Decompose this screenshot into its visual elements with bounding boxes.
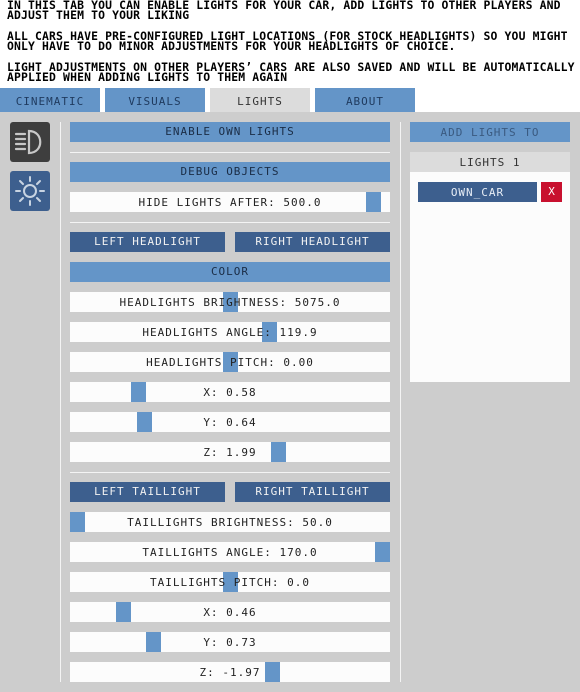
headlights-angle-slider[interactable]: HEADLIGHTS ANGLE: 119.9 [70,322,390,342]
sun-icon-button[interactable] [10,171,50,211]
divider [70,222,390,223]
slider-label: Z: 1.99 [203,446,257,459]
enable-own-lights-button[interactable]: ENABLE OWN LIGHTS [70,122,390,142]
slider-label: TAILLIGHTS BRIGHTNESS: 50.0 [127,516,333,529]
slider-handle[interactable] [116,602,131,622]
tab-visuals[interactable]: VISUALS [105,88,205,112]
right-headlight-button[interactable]: RIGHT HEADLIGHT [235,232,390,252]
taillight-y-slider[interactable]: Y: 0.73 [70,632,390,652]
info-panel: IN THIS TAB YOU CAN ENABLE LIGHTS FOR YO… [0,0,580,88]
slider-handle[interactable] [366,192,381,212]
slider-handle[interactable] [375,542,390,562]
slider-label: HEADLIGHTS ANGLE: 119.9 [142,326,318,339]
headlights-brightness-slider[interactable]: HEADLIGHTS BRIGHTNESS: 5075.0 [70,292,390,312]
taillights-angle-slider[interactable]: TAILLIGHTS ANGLE: 170.0 [70,542,390,562]
slider-handle[interactable] [265,662,280,682]
slider-handle[interactable] [137,412,152,432]
taillight-x-slider[interactable]: X: 0.46 [70,602,390,622]
tab-cinematic[interactable]: CINEMATIC [0,88,100,112]
slider-handle[interactable] [223,352,238,372]
separator-right [400,122,401,682]
slider-handle[interactable] [70,512,85,532]
left-taillight-button[interactable]: LEFT TAILLIGHT [70,482,225,502]
separator-left [60,122,61,682]
debug-objects-button[interactable]: DEBUG OBJECTS [70,162,390,182]
tab-lights[interactable]: LIGHTS [210,88,310,112]
divider [70,472,390,473]
info-text: APPLIED WHEN ADDING LIGHTS TO THEM AGAIN [7,70,288,84]
slider-handle[interactable] [262,322,277,342]
add-lights-to-button[interactable]: ADD LIGHTS TO [410,122,570,142]
headlight-icon [14,129,42,155]
right-taillight-button[interactable]: RIGHT TAILLIGHT [235,482,390,502]
headlight-x-slider[interactable]: X: 0.58 [70,382,390,402]
tab-about[interactable]: ABOUT [315,88,415,112]
slider-label: Y: 0.73 [203,636,257,649]
headlight-y-slider[interactable]: Y: 0.64 [70,412,390,432]
color-button[interactable]: COLOR [70,262,390,282]
headlight-icon-button[interactable] [10,122,50,162]
taillights-pitch-slider[interactable]: TAILLIGHTS PITCH: 0.0 [70,572,390,592]
headlight-z-slider[interactable]: Z: 1.99 [70,442,390,462]
slider-label: TAILLIGHTS ANGLE: 170.0 [142,546,318,559]
taillights-brightness-slider[interactable]: TAILLIGHTS BRIGHTNESS: 50.0 [70,512,390,532]
slider-handle[interactable] [271,442,286,462]
hide-lights-slider[interactable]: HIDE LIGHTS AFTER: 500.0 [70,192,390,212]
left-headlight-button[interactable]: LEFT HEADLIGHT [70,232,225,252]
divider [70,152,390,153]
headlights-pitch-slider[interactable]: HEADLIGHTS PITCH: 0.00 [70,352,390,372]
slider-label: Y: 0.64 [203,416,257,429]
info-text: ADJUST THEM TO YOUR LIKING [7,8,190,22]
remove-light-button[interactable]: X [541,182,562,202]
slider-label: X: 0.58 [203,386,257,399]
slider-handle[interactable] [131,382,146,402]
slider-label: Z: -1.97 [199,666,261,679]
taillight-z-slider[interactable]: Z: -1.97 [70,662,390,682]
lights-list-header: LIGHTS 1 [410,152,570,172]
slider-handle[interactable] [223,572,238,592]
slider-label: HIDE LIGHTS AFTER: 500.0 [138,196,322,209]
light-entry-own-car[interactable]: OWN_CAR [418,182,537,202]
sun-icon [15,176,45,206]
info-text: ONLY HAVE TO DO MINOR ADJUSTMENTS FOR YO… [7,39,456,53]
slider-handle[interactable] [146,632,161,652]
slider-handle[interactable] [223,292,238,312]
